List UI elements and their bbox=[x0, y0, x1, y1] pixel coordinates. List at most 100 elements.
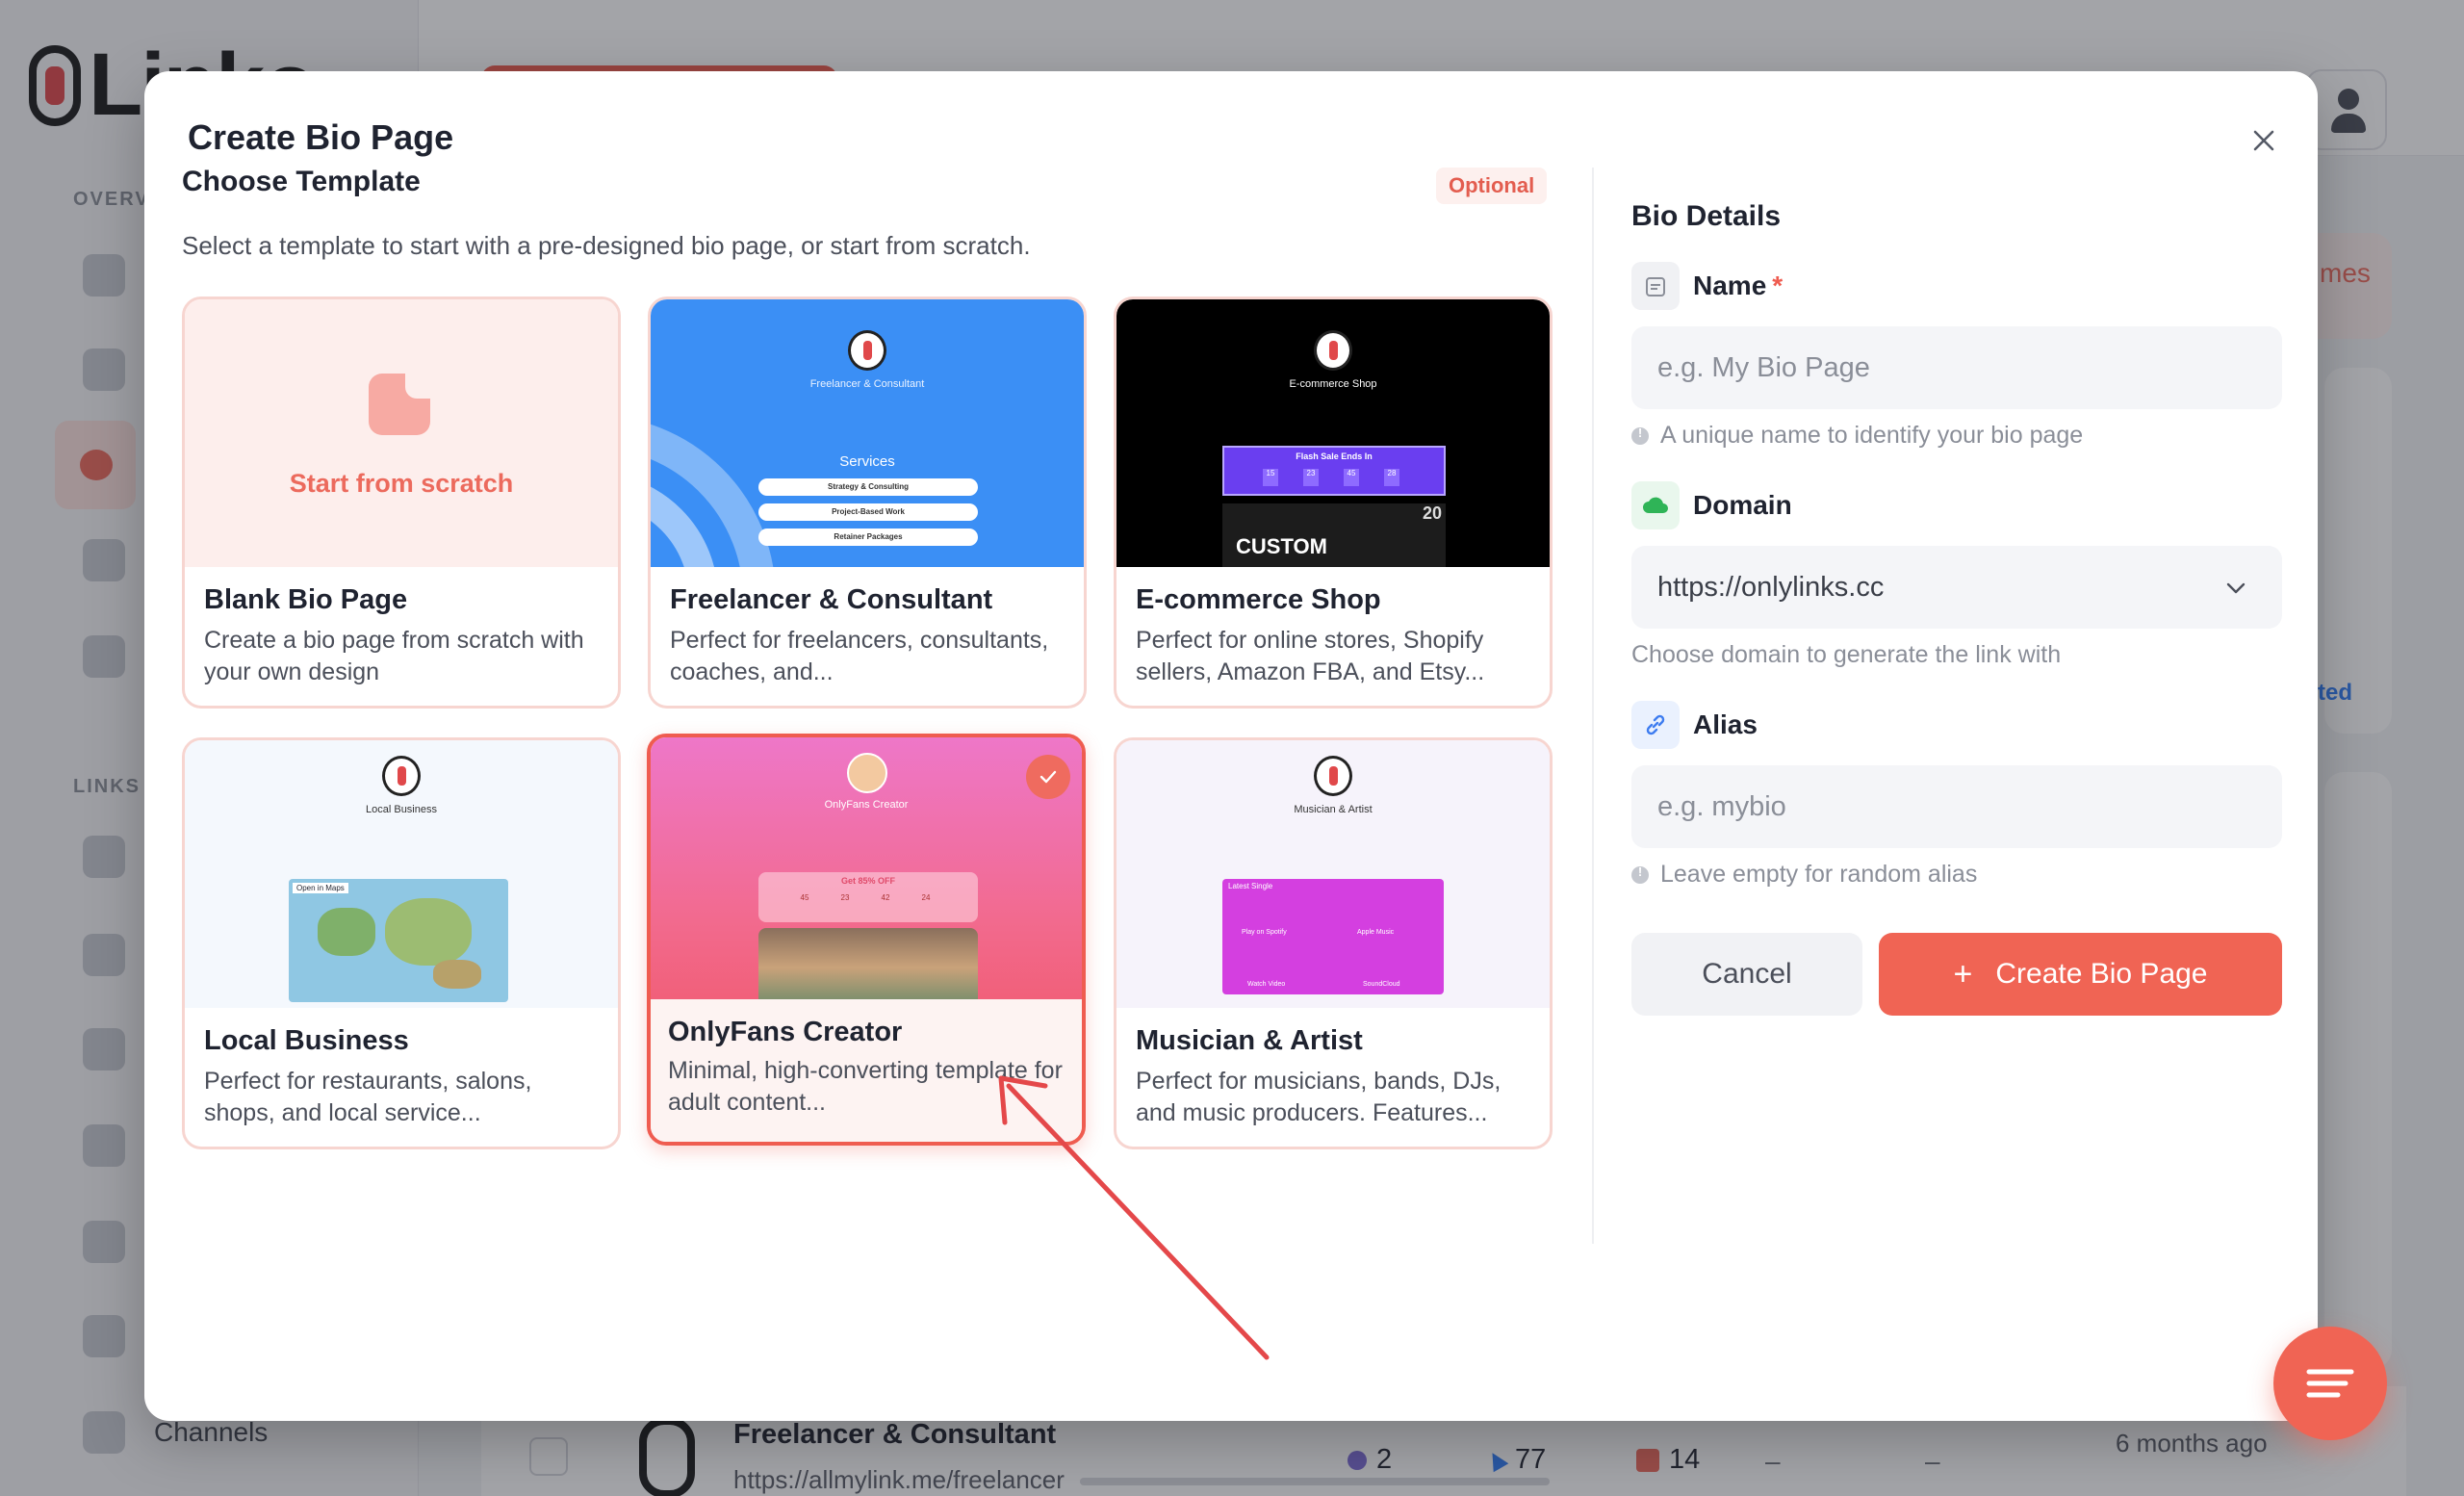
close-button[interactable] bbox=[2245, 121, 2283, 160]
info-icon bbox=[1631, 426, 1649, 445]
preview-music-panel: Latest Single Play on Spotify Apple Musi… bbox=[1222, 879, 1444, 994]
preview-panel-title: Latest Single bbox=[1228, 882, 1273, 890]
counter: 24 bbox=[921, 893, 931, 902]
template-description: Create a bio page from scratch with your… bbox=[204, 627, 584, 685]
template-name: Freelancer & Consultant bbox=[670, 584, 993, 615]
preview-hero-text: CUSTOM bbox=[1236, 534, 1327, 558]
cloud-icon bbox=[1631, 481, 1680, 529]
name-input[interactable]: e.g. My Bio Page bbox=[1631, 326, 2282, 409]
name-field-label: Name * bbox=[1631, 262, 1783, 310]
alias-hint-text: Leave empty for random alias bbox=[1660, 861, 1978, 888]
preview-hero-num: 20 bbox=[1422, 503, 1442, 523]
preview-hero: CUSTOM 20 bbox=[1222, 503, 1446, 567]
calendar-glyph bbox=[1646, 277, 1665, 297]
link-icon bbox=[1631, 701, 1680, 749]
template-preview-blank: Start from scratch bbox=[185, 299, 618, 567]
create-bio-page-modal: Create Bio Page Choose Template Optional… bbox=[144, 71, 2318, 1421]
preview-banner-text: Flash Sale Ends In bbox=[1296, 451, 1373, 461]
bio-details-title: Bio Details bbox=[1631, 200, 1782, 232]
preview-item: Retainer Packages bbox=[758, 529, 978, 546]
template-name: Local Business bbox=[204, 1025, 409, 1056]
preview-item: Project-Based Work bbox=[758, 503, 978, 521]
mini-logo-icon bbox=[1314, 330, 1352, 371]
preview-item: Strategy & Consulting bbox=[758, 478, 978, 496]
preview-button: Apple Music bbox=[1357, 929, 1395, 936]
panel-divider bbox=[1592, 168, 1594, 1244]
name-hint-text: A unique name to identify your bio page bbox=[1660, 422, 2084, 449]
map-land bbox=[318, 908, 375, 956]
template-card-local-business[interactable]: Local Business Open in Maps Local Busine… bbox=[182, 737, 621, 1149]
preview-counters: 15 23 45 28 bbox=[1263, 469, 1399, 486]
counter: 45 bbox=[1344, 469, 1359, 486]
template-name: E-commerce Shop bbox=[1136, 584, 1381, 615]
template-preview-local-business: Local Business Open in Maps bbox=[185, 740, 618, 1008]
template-card-freelancer[interactable]: Freelancer & Consultant Services Strateg… bbox=[648, 297, 1087, 709]
mini-logo-icon bbox=[848, 330, 886, 371]
choose-template-title: Choose Template bbox=[182, 166, 421, 197]
optional-badge: Optional bbox=[1436, 168, 1548, 204]
template-preview-freelancer: Freelancer & Consultant Services Strateg… bbox=[651, 299, 1084, 567]
modal-title: Create Bio Page bbox=[188, 117, 454, 157]
template-name: OnlyFans Creator bbox=[668, 1017, 903, 1047]
preview-map: Open in Maps bbox=[289, 879, 508, 1002]
close-icon bbox=[2253, 130, 2274, 151]
domain-hint: Choose domain to generate the link with bbox=[1631, 641, 2061, 669]
preview-button: Play on Spotify bbox=[1242, 929, 1287, 936]
template-description: Perfect for freelancers, consultants, co… bbox=[670, 627, 1049, 685]
preview-title: E-commerce Shop bbox=[1289, 378, 1377, 390]
plus-icon: + bbox=[1953, 956, 1973, 993]
document-icon bbox=[369, 374, 430, 435]
info-icon bbox=[1631, 864, 1649, 884]
domain-hint-text: Choose domain to generate the link with bbox=[1631, 641, 2062, 668]
cancel-button[interactable]: Cancel bbox=[1631, 933, 1862, 1016]
preview-title: OnlyFans Creator bbox=[824, 799, 909, 811]
choose-template-description: Select a template to start with a pre-de… bbox=[182, 231, 1031, 260]
required-marker: * bbox=[1772, 271, 1784, 300]
mini-logo-icon bbox=[1314, 756, 1352, 796]
preview-photo bbox=[758, 928, 978, 999]
domain-select[interactable]: https://onlylinks.cc bbox=[1631, 546, 2282, 629]
calendar-icon bbox=[1631, 262, 1680, 310]
avatar bbox=[847, 753, 887, 793]
map-label: Open in Maps bbox=[293, 883, 348, 893]
domain-field-label: Domain bbox=[1631, 481, 1792, 529]
preview-title: Musician & Artist bbox=[1294, 804, 1373, 815]
template-description: Perfect for online stores, Shopify selle… bbox=[1136, 627, 1485, 685]
create-bio-page-button[interactable]: + Create Bio Page bbox=[1879, 933, 2282, 1016]
template-description: Perfect for musicians, bands, DJs, and m… bbox=[1136, 1068, 1502, 1126]
counter: 42 bbox=[881, 893, 890, 902]
preview-title: Freelancer & Consultant bbox=[809, 378, 925, 390]
name-label-text: Name bbox=[1693, 271, 1767, 300]
name-hint: A unique name to identify your bio page bbox=[1631, 422, 2083, 450]
preview-button: SoundCloud bbox=[1363, 981, 1400, 988]
preview-button: Watch Video bbox=[1247, 981, 1286, 988]
template-preview-onlyfans-creator: OnlyFans Creator Get 85% OFF 45 23 42 24 bbox=[651, 737, 1082, 999]
help-chat-button[interactable] bbox=[2273, 1327, 2387, 1440]
chevron-down-icon[interactable] bbox=[2223, 576, 2248, 601]
counter: 15 bbox=[1263, 469, 1278, 486]
template-card-blank[interactable]: Start from scratch Blank Bio Page Create… bbox=[182, 297, 621, 709]
map-land bbox=[385, 898, 472, 966]
template-name: Blank Bio Page bbox=[204, 584, 408, 615]
template-card-onlyfans-creator[interactable]: OnlyFans Creator Get 85% OFF 45 23 42 24… bbox=[647, 734, 1086, 1146]
map-land bbox=[433, 960, 481, 989]
start-from-scratch-label: Start from scratch bbox=[289, 469, 514, 498]
template-card-musician-artist[interactable]: Musician & Artist Latest Single Play on … bbox=[1114, 737, 1553, 1149]
template-preview-musician-artist: Musician & Artist Latest Single Play on … bbox=[1116, 740, 1550, 1008]
alias-label-text: Alias bbox=[1693, 709, 1758, 739]
counter: 23 bbox=[1303, 469, 1319, 486]
preview-counters: 45 23 42 24 bbox=[797, 893, 934, 902]
template-card-ecommerce[interactable]: E-commerce Shop Flash Sale Ends In 15 23… bbox=[1114, 297, 1553, 709]
counter: 45 bbox=[800, 893, 809, 902]
preview-section: Services bbox=[839, 453, 895, 470]
alias-field-label: Alias bbox=[1631, 701, 1758, 749]
preview-banner: Flash Sale Ends In 15 23 45 28 bbox=[1222, 446, 1446, 496]
alias-input[interactable]: e.g. mybio bbox=[1631, 765, 2282, 848]
counter: 28 bbox=[1384, 469, 1399, 486]
counter: 23 bbox=[840, 893, 850, 902]
domain-label-text: Domain bbox=[1693, 490, 1792, 520]
alias-hint: Leave empty for random alias bbox=[1631, 861, 1977, 889]
preview-offer: Get 85% OFF 45 23 42 24 bbox=[758, 872, 978, 922]
preview-title: Local Business bbox=[366, 804, 437, 815]
check-icon bbox=[1040, 770, 1057, 784]
